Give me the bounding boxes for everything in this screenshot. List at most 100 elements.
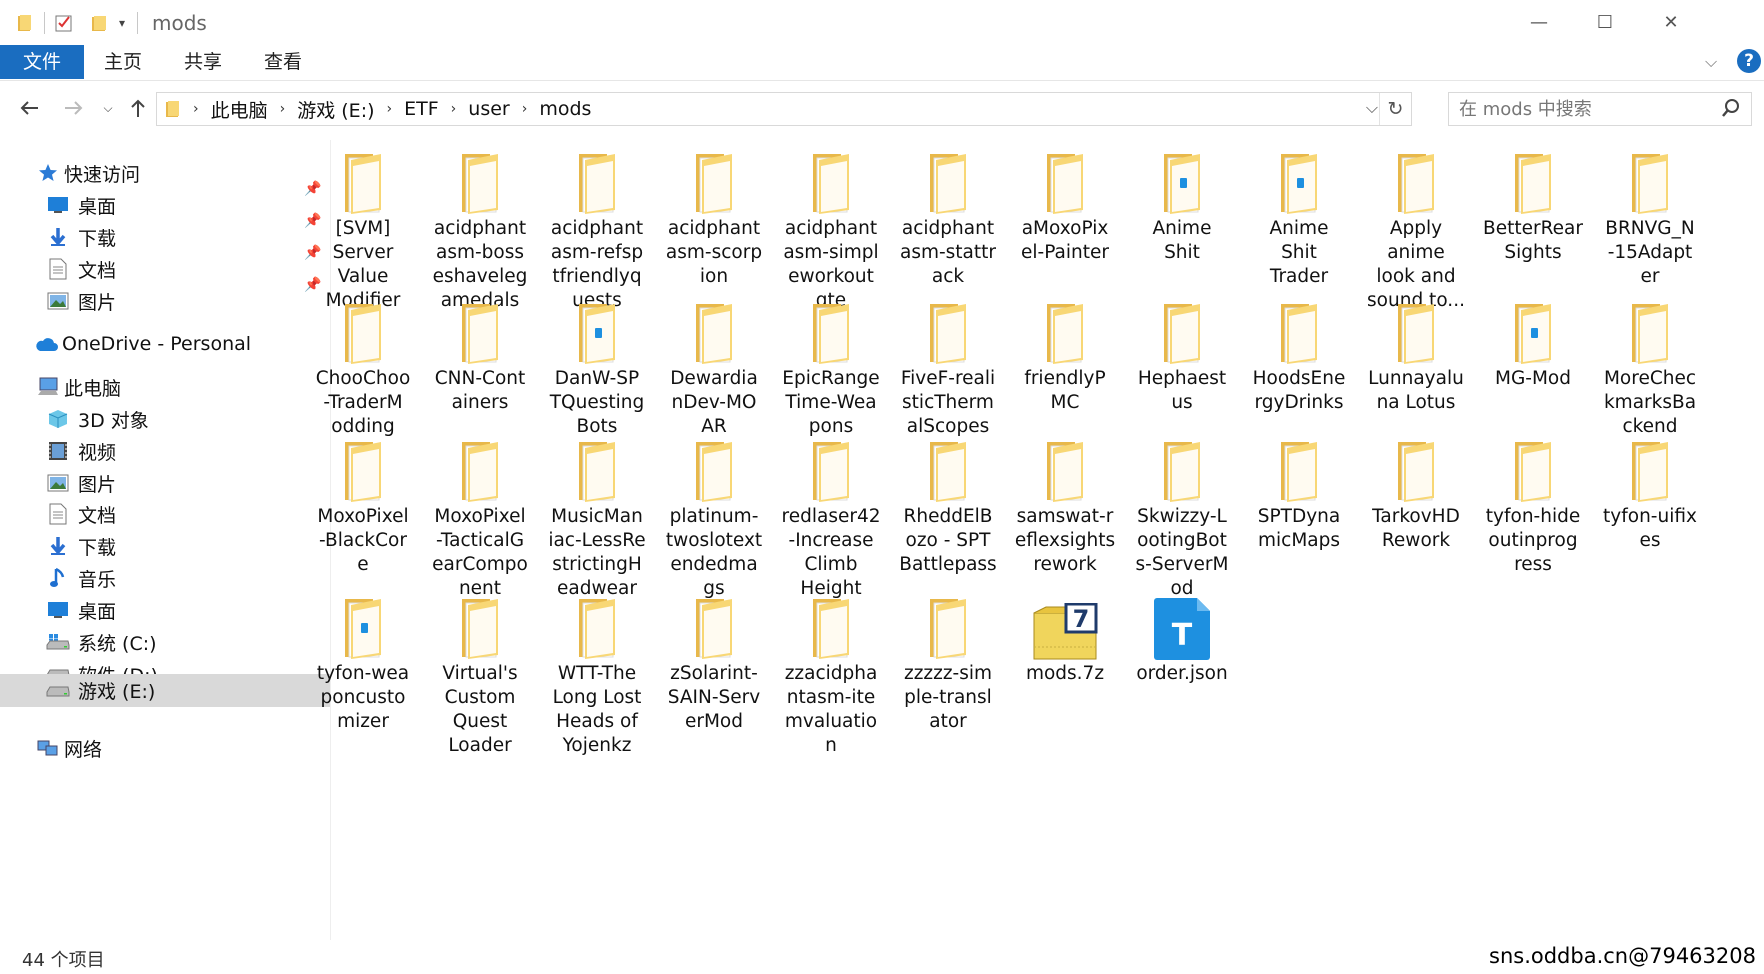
properties-icon[interactable]	[53, 12, 75, 34]
folder-item[interactable]: RheddElB ozo - SPT Battlepass	[892, 428, 1004, 577]
nav-item-desktop-pc[interactable]: 桌面	[46, 594, 286, 626]
folder-item[interactable]: Lunnayalu na Lotus	[1360, 290, 1472, 415]
folder-item[interactable]: MoxoPixel -TacticalG earCompo nent	[424, 428, 536, 601]
nav-item-videos[interactable]: 视频	[46, 435, 286, 467]
folder-item[interactable]: acidphant asm-stattr ack	[892, 140, 1004, 289]
folder-item[interactable]: samswat-r eflexsights rework	[1009, 428, 1121, 577]
folder-item[interactable]: acidphant asm-scorp ion	[658, 140, 770, 289]
folder-item[interactable]: Hephaest us	[1126, 290, 1238, 415]
close-button[interactable]: ✕	[1638, 0, 1704, 45]
crumb-etf[interactable]: ETF	[404, 98, 439, 120]
folder-item[interactable]: friendlyP MC	[1009, 290, 1121, 415]
customize-dropdown-icon[interactable]: ▾	[111, 12, 133, 34]
folder-icon	[559, 585, 635, 661]
desktop-icon	[46, 193, 70, 217]
chevron-right-icon[interactable]: ›	[451, 101, 457, 117]
search-box[interactable]	[1448, 92, 1752, 126]
search-icon[interactable]	[1721, 98, 1741, 122]
crumb-mods[interactable]: mods	[539, 98, 591, 120]
crumb-this-pc[interactable]: 此电脑	[211, 96, 268, 123]
folder-item[interactable]: MusicMan iac-LessRe strictingH eadwear	[541, 428, 653, 601]
folder-item[interactable]: WTT-The Long Lost Heads of Yojenkz	[541, 585, 653, 758]
nav-item-documents[interactable]: 文档	[46, 253, 286, 285]
folder-item[interactable]: Apply anime look and sound to...	[1360, 140, 1472, 313]
file-item[interactable]: 7 mods.7z	[1009, 585, 1121, 686]
chevron-right-icon[interactable]: ›	[387, 101, 393, 117]
folder-item[interactable]: EpicRange Time-Wea pons	[775, 290, 887, 439]
recent-locations-icon[interactable]: ⌵	[94, 94, 122, 122]
nav-item-system-c[interactable]: 系统 (C:)	[46, 626, 286, 658]
folder-item[interactable]: BetterRear Sights	[1477, 140, 1589, 265]
folder-item[interactable]: BRNVG_N -15Adapt er	[1594, 140, 1706, 289]
folder-item[interactable]: tyfon-hide outinprog ress	[1477, 428, 1589, 577]
nav-item-pictures[interactable]: 图片	[46, 285, 286, 317]
folder-icon	[910, 585, 986, 661]
folder-item[interactable]: acidphant asm-refsp tfriendlyq uests	[541, 140, 653, 313]
folder-item[interactable]: zSolarint- SAIN-Serv erMod	[658, 585, 770, 734]
folder-item[interactable]: MG-Mod	[1477, 290, 1589, 391]
file-item[interactable]: Torder.json	[1126, 585, 1238, 686]
folder-item[interactable]: aMoxoPix el-Painter	[1009, 140, 1121, 265]
folder-item[interactable]: ChooChoo -TraderM odding	[307, 290, 419, 439]
tab-view[interactable]: 查看	[246, 45, 320, 79]
tab-share[interactable]: 共享	[166, 45, 240, 79]
nav-item-games-e[interactable]: 游戏 (E:)	[0, 674, 330, 707]
folder-item[interactable]: TarkovHD Rework	[1360, 428, 1472, 553]
forward-button[interactable]	[60, 94, 88, 122]
new-folder-icon[interactable]	[89, 12, 111, 34]
folder-item[interactable]: Skwizzy-L ootingBot s-ServerM od	[1126, 428, 1238, 601]
folder-item[interactable]: Virtual's Custom Quest Loader	[424, 585, 536, 758]
nav-item-3d-objects[interactable]: 3D 对象	[46, 403, 286, 435]
maximize-button[interactable]: ☐	[1572, 0, 1638, 45]
nav-label: 下载	[78, 536, 117, 559]
chevron-right-icon[interactable]: ›	[280, 101, 286, 117]
nav-this-pc[interactable]: 此电脑	[36, 371, 316, 403]
nav-item-desktop[interactable]: 桌面	[46, 189, 286, 221]
crumb-user[interactable]: user	[468, 98, 509, 120]
refresh-icon[interactable]: ↻	[1379, 93, 1411, 125]
chevron-right-icon[interactable]: ›	[522, 101, 528, 117]
tab-file[interactable]: 文件	[0, 45, 84, 79]
folder-item[interactable]: platinum-twoslotext endedma gs	[658, 428, 770, 601]
folder-item[interactable]: Anime Shit	[1126, 140, 1238, 265]
folder-item[interactable]: Dewardia nDev-MO AR	[658, 290, 770, 439]
folder-item[interactable]: MoxoPixel -BlackCor e	[307, 428, 419, 577]
file-name: Hephaest us	[1137, 368, 1227, 413]
nav-item-documents-pc[interactable]: 文档	[46, 498, 286, 530]
search-input[interactable]	[1457, 95, 1711, 123]
expand-ribbon-icon[interactable]: ⌵	[1705, 52, 1717, 72]
folder-item[interactable]: tyfon-wea poncusto mizer	[307, 585, 419, 734]
nav-quick-access[interactable]: 快速访问	[36, 157, 316, 189]
folder-item[interactable]: zzacidpha ntasm-ite mvaluatio n	[775, 585, 887, 758]
address-history-dropdown-icon[interactable]: ⌵	[1366, 98, 1378, 118]
nav-onedrive[interactable]: OneDrive - Personal	[34, 328, 314, 360]
folder-item[interactable]: FiveF-reali sticTherm alScopes	[892, 290, 1004, 439]
crumb-drive-e[interactable]: 游戏 (E:)	[297, 96, 374, 123]
nav-item-downloads-pc[interactable]: 下载	[46, 530, 286, 562]
nav-item-music[interactable]: 音乐	[46, 562, 286, 594]
nav-network[interactable]: 网络	[36, 732, 316, 764]
folder-item[interactable]: zzzzz-sim ple-transl ator	[892, 585, 1004, 734]
folder-item[interactable]: Anime Shit Trader	[1243, 140, 1355, 289]
folder-item[interactable]: acidphant asm-simpl eworkout qte	[775, 140, 887, 313]
folder-item[interactable]: SPTDyna micMaps	[1243, 428, 1355, 553]
help-icon[interactable]: ?	[1737, 49, 1761, 73]
status-bar: 44 个项目 sns.oddba.cn@79463208	[0, 940, 1764, 974]
up-button[interactable]	[124, 94, 152, 122]
nav-item-pictures-pc[interactable]: 图片	[46, 467, 286, 499]
folder-item[interactable]: HoodsEne rgyDrinks	[1243, 290, 1355, 415]
minimize-button[interactable]: —	[1506, 0, 1572, 45]
folder-icon	[1261, 290, 1337, 366]
chevron-right-icon[interactable]: ›	[193, 101, 199, 117]
folder-item[interactable]: acidphant asm-boss eshaveleg amedals	[424, 140, 536, 313]
folder-item[interactable]: [SVM] Server Value Modifier	[307, 140, 419, 313]
folder-item[interactable]: CNN-Cont ainers	[424, 290, 536, 415]
folder-item[interactable]: DanW-SP TQuesting Bots	[541, 290, 653, 439]
folder-item[interactable]: redlaser42 -Increase Climb Height	[775, 428, 887, 601]
address-bar[interactable]: › 此电脑 › 游戏 (E:) › ETF › user › mods ⌵ ↻	[156, 92, 1412, 126]
back-button[interactable]	[15, 94, 43, 122]
tab-home[interactable]: 主页	[86, 45, 160, 79]
nav-item-downloads[interactable]: 下载	[46, 221, 286, 253]
folder-item[interactable]: MoreChec kmarksBa ckend	[1594, 290, 1706, 439]
folder-item[interactable]: tyfon-uifix es	[1594, 428, 1706, 553]
